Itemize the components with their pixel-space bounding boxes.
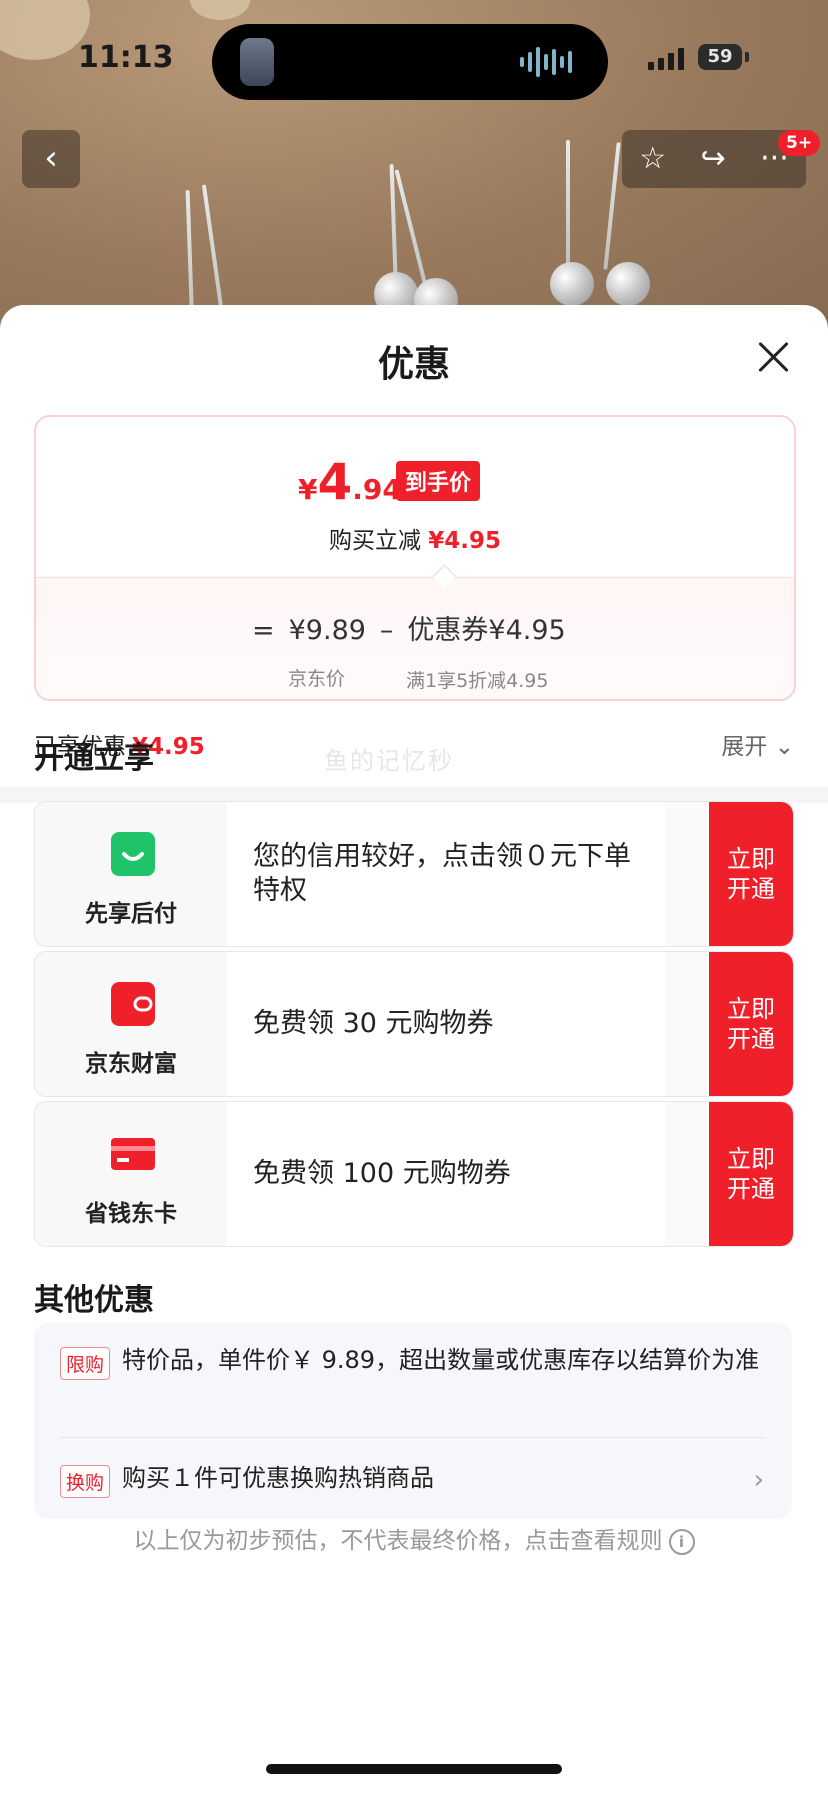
service-card-saving-card[interactable]: 省钱东卡 免费领 100 元购物券 立即 开通 — [34, 1101, 794, 1247]
equals-sign: = — [252, 615, 275, 646]
price-summary: ¥4.94 到手价 购买立减 ¥4.95 — [36, 417, 794, 577]
coupon-amount: 优惠券¥4.95 — [407, 615, 566, 646]
dynamic-island — [212, 24, 608, 100]
price-equation: = ¥9.89 – 优惠券¥4.95 — [252, 608, 566, 647]
audio-wave-icon — [520, 46, 572, 78]
price-formula: = ¥9.89 – 优惠券¥4.95 京东价 满1享5折减4.95 — [36, 577, 794, 699]
instant-discount: 购买立减 ¥4.95 — [36, 521, 794, 555]
activate-button[interactable]: 立即 开通 — [709, 802, 793, 946]
card-icon — [111, 1132, 155, 1176]
back-button[interactable]: ‹ — [22, 130, 80, 188]
open-section-title: 开通立享 — [34, 741, 154, 776]
earring-ball — [606, 262, 650, 306]
background-flower — [190, 0, 250, 20]
list-item: 限购 特价品，单件价￥ 9.89，超出数量或优惠库存以结算价为准 — [60, 1345, 766, 1380]
signal-icon — [648, 48, 684, 70]
currency-symbol: ¥ — [298, 473, 318, 506]
card-gap — [227, 952, 253, 1096]
final-price-decimal: .94 — [352, 473, 402, 506]
price-breakdown-card: ¥4.94 到手价 购买立减 ¥4.95 = ¥9.89 – 优惠券¥4.95 … — [34, 415, 796, 701]
message-badge: 5+ — [778, 130, 821, 156]
activate-button[interactable]: 立即 开通 — [709, 1102, 793, 1246]
final-price-tag: 到手价 — [396, 461, 481, 501]
activate-button[interactable]: 立即 开通 — [709, 952, 793, 1096]
info-icon: i — [668, 1528, 695, 1555]
minus-sign: – — [379, 615, 394, 646]
instant-discount-value: ¥4.95 — [428, 528, 502, 554]
service-name: 省钱东卡 — [85, 1201, 177, 1227]
battery-tip — [745, 52, 749, 62]
final-price: ¥4.94 — [298, 453, 402, 511]
status-time: 11:13 — [78, 40, 174, 75]
jd-price-label: 京东价 — [288, 668, 346, 690]
service-card-jd-wealth[interactable]: 京东财富 免费领 30 元购物券 立即 开通 — [34, 951, 794, 1097]
limit-text: 特价品，单件价￥ 9.89，超出数量或优惠库存以结算价为准 — [122, 1346, 760, 1374]
background-flower — [0, 0, 90, 60]
disclaimer-text: 以上仅为初步预估，不代表最终价格，点击查看规则 — [133, 1528, 663, 1554]
service-brand: 先享后付 — [35, 802, 228, 946]
service-description: 免费领 30 元购物券 — [253, 952, 665, 1096]
chevron-left-icon: ‹ — [44, 138, 58, 178]
service-card-pay-later[interactable]: 先享后付 您的信用较好，点击领０元下单特权 立即 开通 — [34, 801, 794, 947]
trade-in-tag: 换购 — [60, 1465, 111, 1498]
expand-toggle[interactable]: 展开 ⌄ — [721, 727, 794, 761]
earring-pin — [566, 140, 570, 272]
service-brand: 京东财富 — [35, 952, 228, 1096]
jd-price: ¥9.89 — [288, 615, 366, 646]
earring-ball — [550, 262, 594, 306]
other-section-title: 其他优惠 — [34, 1283, 154, 1318]
card-gap — [227, 802, 253, 946]
limit-tag: 限购 — [60, 1347, 111, 1380]
discount-sheet: 优惠 ¥4.94 到手价 购买立减 ¥4.95 = ¥9.89 – 优惠券¥4.… — [0, 305, 828, 1796]
shopping-bag-icon — [111, 832, 155, 876]
card-gap — [227, 1102, 253, 1246]
home-indicator — [266, 1764, 562, 1774]
service-brand: 省钱东卡 — [35, 1102, 228, 1246]
sheet-title: 优惠 — [377, 344, 450, 385]
service-name: 先享后付 — [85, 901, 177, 927]
coupon-description: 满1享5折减4.95 — [406, 670, 549, 692]
avatar — [240, 38, 274, 86]
battery-indicator: 59 — [698, 44, 742, 70]
other-discounts-box: 限购 特价品，单件价￥ 9.89，超出数量或优惠库存以结算价为准 换购 购买１件… — [34, 1323, 792, 1519]
trade-in-text: 购买１件可优惠换购热销商品 — [122, 1464, 435, 1492]
instant-discount-label: 购买立减 — [328, 528, 421, 554]
service-name: 京东财富 — [85, 1051, 177, 1077]
chevron-right-icon: › — [753, 1465, 764, 1495]
share-icon[interactable]: ↪ — [701, 130, 726, 188]
divider — [60, 1437, 766, 1438]
wallet-icon — [111, 982, 155, 1026]
service-description: 免费领 100 元购物券 — [253, 1102, 665, 1246]
earring-pin — [603, 142, 621, 270]
service-description: 您的信用较好，点击领０元下单特权 — [253, 802, 665, 946]
disclaimer[interactable]: 以上仅为初步预估，不代表最终价格，点击查看规则 i — [0, 1521, 828, 1555]
trade-in-item[interactable]: 换购 购买１件可优惠换购热销商品 — [60, 1463, 766, 1498]
watermark: 鱼的记忆秒 — [324, 747, 454, 775]
final-price-integer: 4 — [317, 453, 353, 511]
close-icon[interactable] — [756, 339, 792, 375]
star-icon[interactable]: ☆ — [639, 130, 666, 188]
